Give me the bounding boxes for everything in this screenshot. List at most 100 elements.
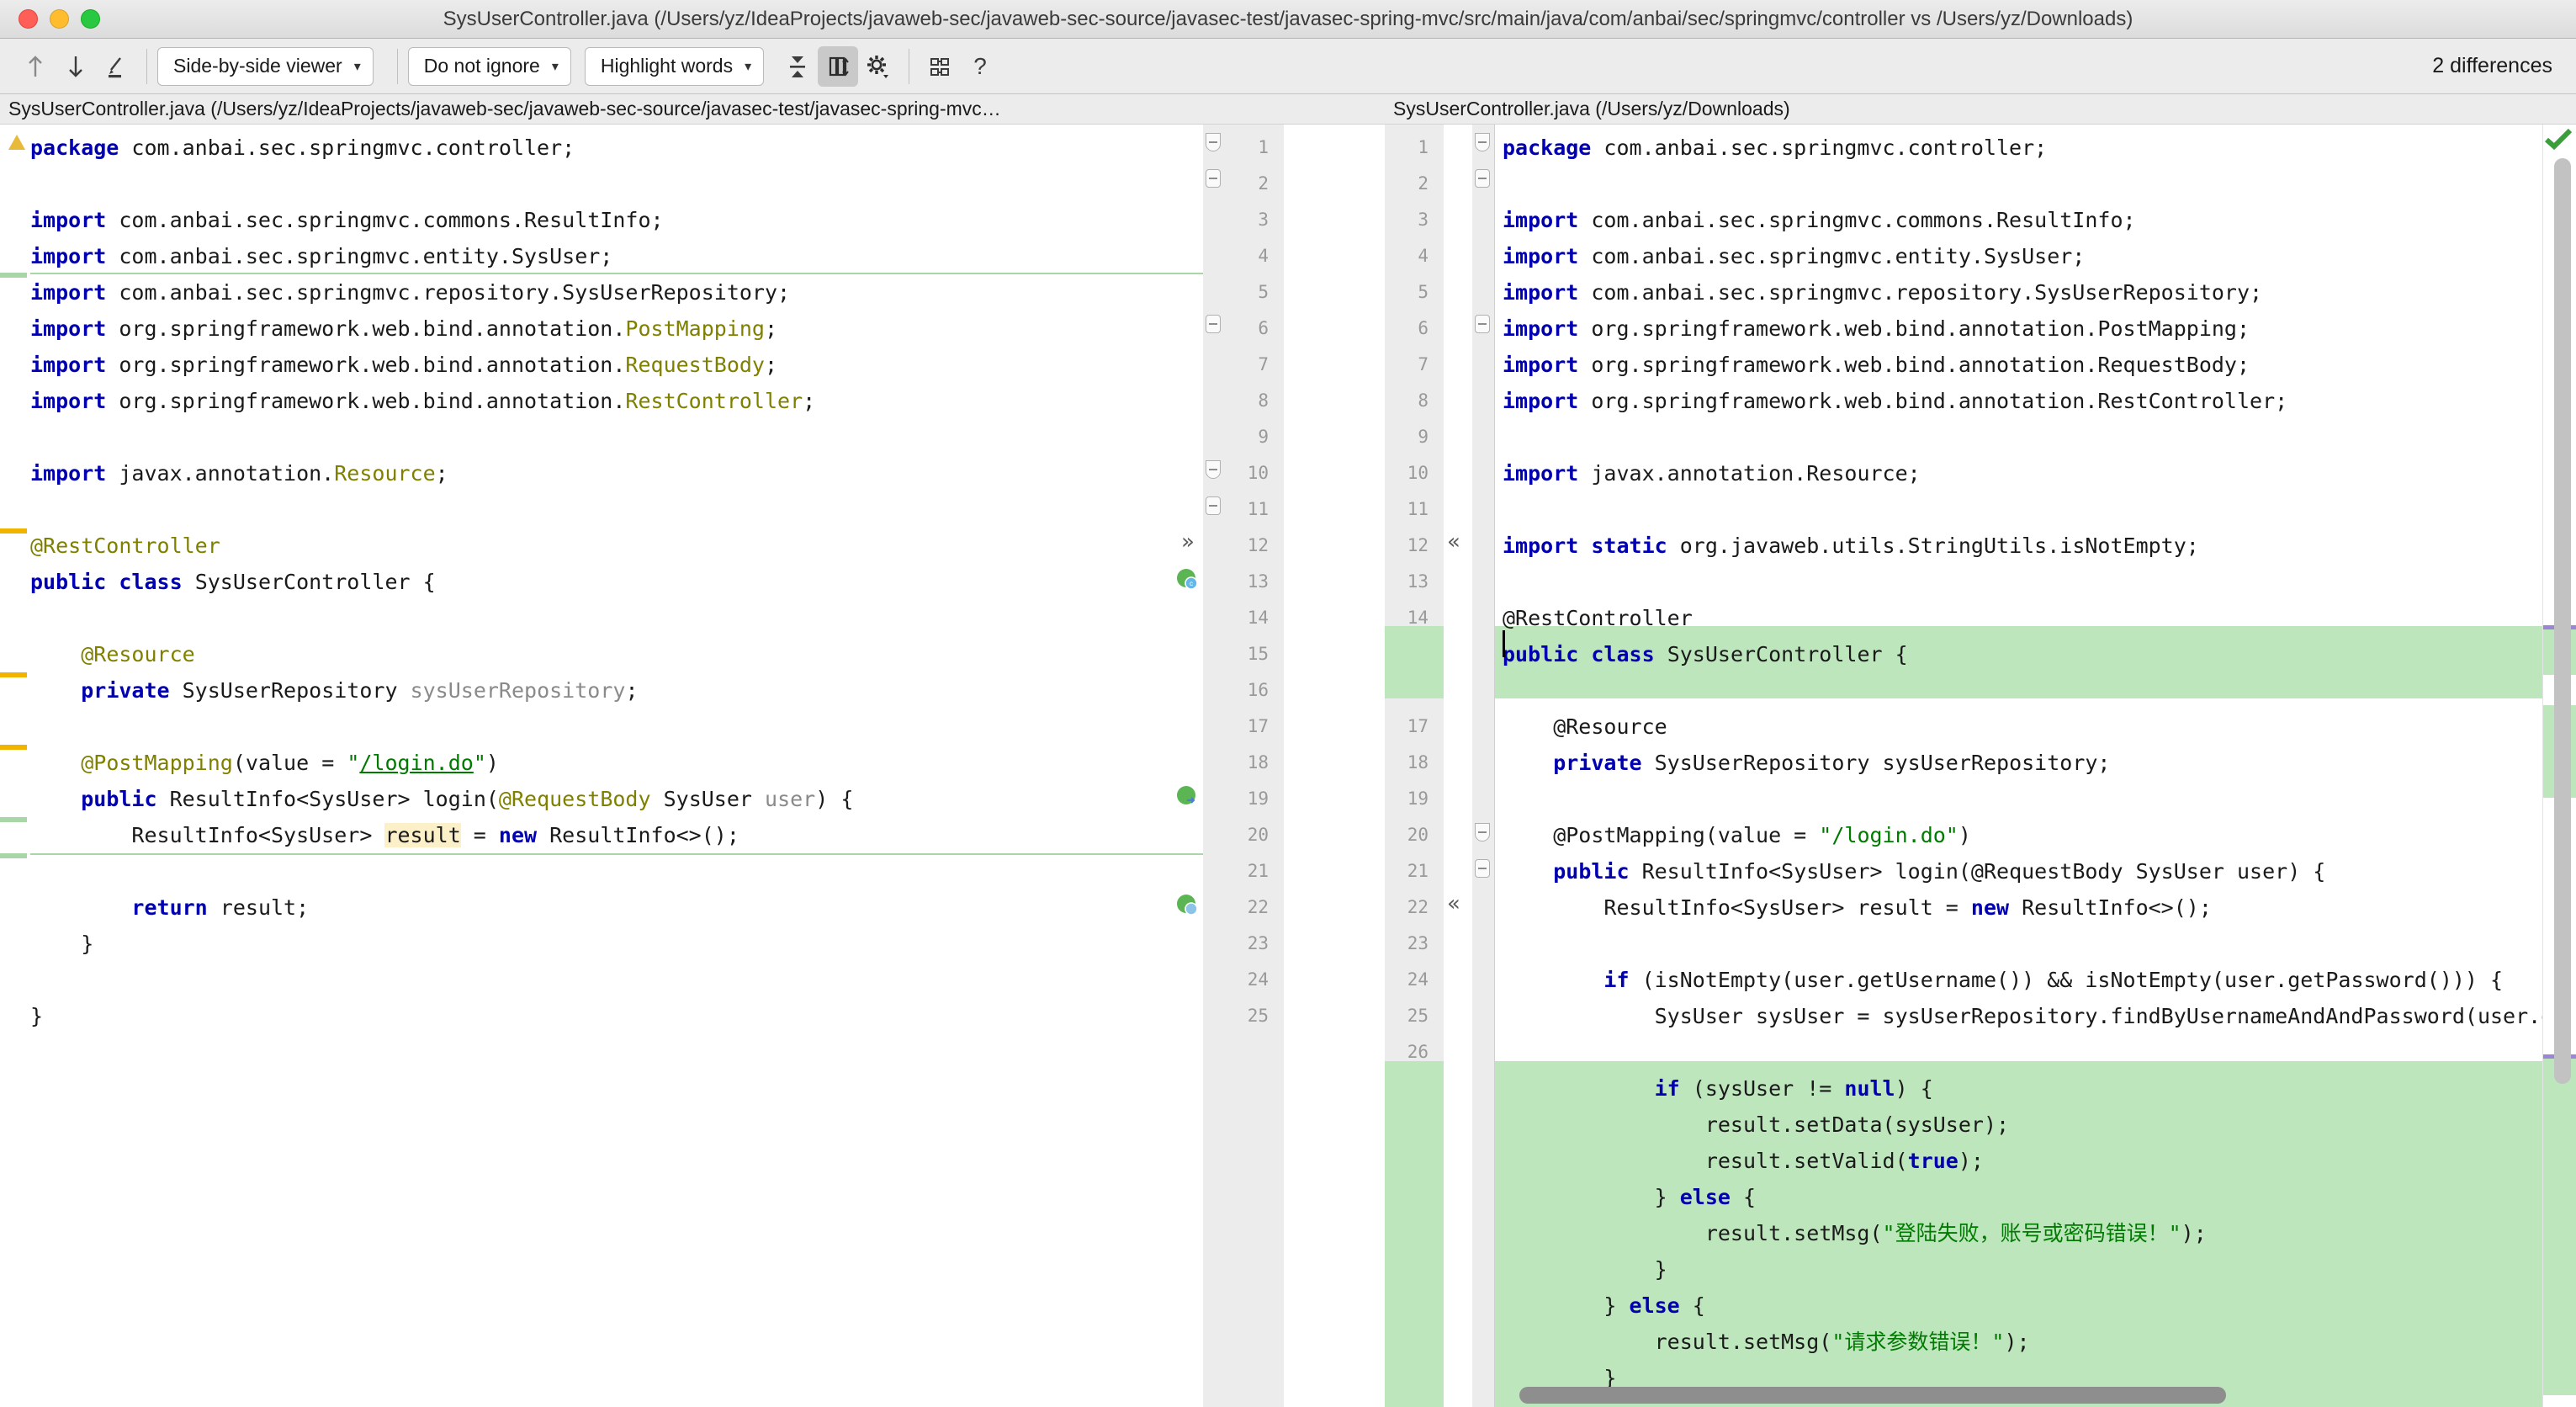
line-number: 9 bbox=[1258, 427, 1269, 447]
warning-triangle-icon bbox=[8, 135, 25, 150]
left-pane-file-label[interactable]: SysUserController.java (/Users/yz/IdeaPr… bbox=[0, 94, 1385, 124]
line-number: 21 bbox=[1247, 861, 1269, 881]
stripe-diff-marker[interactable] bbox=[2543, 1059, 2576, 1395]
collapse-unchanged-button[interactable] bbox=[777, 46, 818, 87]
code-line: import com.anbai.sec.springmvc.commons.R… bbox=[30, 208, 664, 232]
right-pane-file-label[interactable]: SysUserController.java (/Users/yz/Downlo… bbox=[1385, 94, 2576, 124]
text-caret bbox=[1503, 630, 1505, 657]
accept-insert-right-chevron[interactable]: « bbox=[1447, 886, 1460, 922]
no-errors-check-icon bbox=[2545, 128, 2573, 150]
chevron-down-icon: ▾ bbox=[353, 59, 361, 74]
code-line: import com.anbai.sec.springmvc.entity.Sy… bbox=[30, 244, 613, 268]
previous-difference-button[interactable] bbox=[15, 46, 56, 87]
accept-insert-right-chevron[interactable]: « bbox=[1447, 524, 1460, 560]
code-line: import org.springframework.web.bind.anno… bbox=[1503, 389, 2288, 413]
line-number: 12 bbox=[1407, 535, 1428, 555]
highlight-mode-label: Highlight words bbox=[600, 55, 734, 77]
right-code-text[interactable]: package com.anbai.sec.springmvc.controll… bbox=[1503, 125, 2576, 1407]
horizontal-scrollbar[interactable] bbox=[1385, 1387, 2542, 1405]
svg-text:?: ? bbox=[973, 53, 987, 79]
left-fold-strip[interactable] bbox=[1203, 125, 1225, 1407]
right-fold-strip[interactable] bbox=[1472, 125, 1494, 1407]
fold-region-icon[interactable] bbox=[1206, 169, 1221, 188]
change-marker bbox=[0, 745, 27, 750]
minimize-window-button[interactable] bbox=[50, 9, 69, 29]
viewer-mode-label: Side-by-side viewer bbox=[173, 55, 342, 77]
line-number: 11 bbox=[1407, 499, 1428, 519]
highlight-mode-select[interactable]: Highlight words ▾ bbox=[584, 46, 765, 86]
horizontal-scrollbar-thumb[interactable] bbox=[1519, 1387, 2226, 1404]
fold-region-icon[interactable] bbox=[1475, 315, 1490, 333]
fold-region-icon[interactable] bbox=[1475, 169, 1490, 188]
ignore-policy-select[interactable]: Do not ignore ▾ bbox=[407, 46, 571, 86]
line-number: 18 bbox=[1407, 752, 1428, 773]
line-number: 23 bbox=[1407, 933, 1428, 953]
fold-region-icon[interactable] bbox=[1206, 315, 1221, 333]
spring-bean-icon[interactable] bbox=[1176, 785, 1198, 807]
fold-region-icon[interactable] bbox=[1475, 859, 1490, 878]
sync-scroll-button[interactable] bbox=[920, 46, 960, 87]
code-line: public ResultInfo<SysUser> login(@Reques… bbox=[1553, 859, 2326, 884]
line-number: 13 bbox=[1407, 571, 1428, 592]
window-traffic-lights bbox=[19, 0, 100, 38]
accept-insert-left-chevron[interactable]: » bbox=[1181, 524, 1195, 560]
code-line: private SysUserRepository sysUserReposit… bbox=[81, 678, 639, 703]
line-number: 10 bbox=[1247, 463, 1269, 483]
right-editor-pane[interactable]: 1234567891011121314151617181920212223242… bbox=[1385, 125, 2576, 1407]
error-stripe-and-scrollbar[interactable] bbox=[2542, 125, 2576, 1407]
show-whitespace-icon bbox=[830, 56, 849, 77]
line-number: 25 bbox=[1407, 1006, 1428, 1026]
maximize-window-button[interactable] bbox=[81, 9, 100, 29]
left-code-text[interactable]: package com.anbai.sec.springmvc.controll… bbox=[30, 125, 1216, 1407]
gutter-diff-band bbox=[1385, 1061, 1444, 1407]
code-line: SysUser sysUser = sysUserRepository.find… bbox=[1503, 1004, 2576, 1028]
line-number: 1 bbox=[1418, 137, 1428, 157]
line-number: 17 bbox=[1407, 716, 1428, 736]
left-change-markers bbox=[0, 125, 30, 1407]
code-line: private SysUserRepository sysUserReposit… bbox=[1553, 751, 2111, 775]
viewer-mode-select[interactable]: Side-by-side viewer ▾ bbox=[157, 46, 374, 86]
line-number: 7 bbox=[1418, 354, 1428, 374]
fold-region-start-icon[interactable] bbox=[1475, 133, 1490, 151]
line-number: 2 bbox=[1258, 173, 1269, 194]
fold-region-start-icon[interactable] bbox=[1206, 133, 1221, 151]
line-number: 3 bbox=[1258, 210, 1269, 230]
code-line: import javax.annotation.Resource; bbox=[1503, 461, 1921, 486]
code-line: return result; bbox=[131, 895, 310, 920]
fold-region-start-icon[interactable] bbox=[1206, 460, 1221, 479]
close-window-button[interactable] bbox=[19, 9, 38, 29]
diff-settings-button[interactable] bbox=[858, 46, 898, 87]
pane-headers: SysUserController.java (/Users/yz/IdeaPr… bbox=[0, 94, 2576, 125]
change-marker bbox=[0, 817, 27, 822]
spring-bean-icon[interactable] bbox=[1176, 894, 1198, 916]
code-line: ResultInfo<SysUser> result = new ResultI… bbox=[30, 823, 739, 847]
show-whitespace-button[interactable] bbox=[818, 45, 859, 87]
line-number: 17 bbox=[1247, 716, 1269, 736]
code-line: import com.anbai.sec.springmvc.entity.Sy… bbox=[1503, 244, 2086, 268]
help-button[interactable]: ? bbox=[960, 46, 1000, 87]
next-difference-button[interactable] bbox=[56, 46, 96, 87]
line-number: 25 bbox=[1247, 1006, 1269, 1026]
diff-toolbar: Side-by-side viewer ▾ Do not ignore ▾ Hi… bbox=[0, 39, 2576, 94]
code-line: @RestController bbox=[1503, 606, 1693, 630]
left-editor-pane[interactable]: package com.anbai.sec.springmvc.controll… bbox=[0, 125, 1385, 1407]
line-number: 9 bbox=[1418, 427, 1428, 447]
spring-bean-icon[interactable]: c bbox=[1176, 568, 1198, 590]
vertical-scrollbar-thumb[interactable] bbox=[2554, 158, 2571, 1084]
code-line: import com.anbai.sec.springmvc.commons.R… bbox=[1503, 208, 2136, 232]
fold-region-icon[interactable] bbox=[1206, 496, 1221, 515]
edit-source-button[interactable] bbox=[96, 46, 136, 87]
sync-scroll-icon bbox=[930, 57, 950, 76]
fold-region-start-icon[interactable] bbox=[1475, 823, 1490, 842]
line-number: 20 bbox=[1407, 825, 1428, 845]
code-line: @Resource bbox=[1503, 714, 1667, 739]
line-number: 19 bbox=[1247, 788, 1269, 809]
code-line: result.setMsg("登陆失败，账号或密码错误！"); bbox=[1503, 1221, 2207, 1245]
code-line: @RestController bbox=[30, 534, 220, 558]
line-number: 4 bbox=[1258, 246, 1269, 266]
line-number: 12 bbox=[1247, 535, 1269, 555]
code-line: public class SysUserController { bbox=[1503, 642, 1908, 666]
line-number: 11 bbox=[1247, 499, 1269, 519]
chevron-down-icon: ▾ bbox=[551, 59, 559, 74]
code-line: } else { bbox=[1503, 1185, 1757, 1209]
